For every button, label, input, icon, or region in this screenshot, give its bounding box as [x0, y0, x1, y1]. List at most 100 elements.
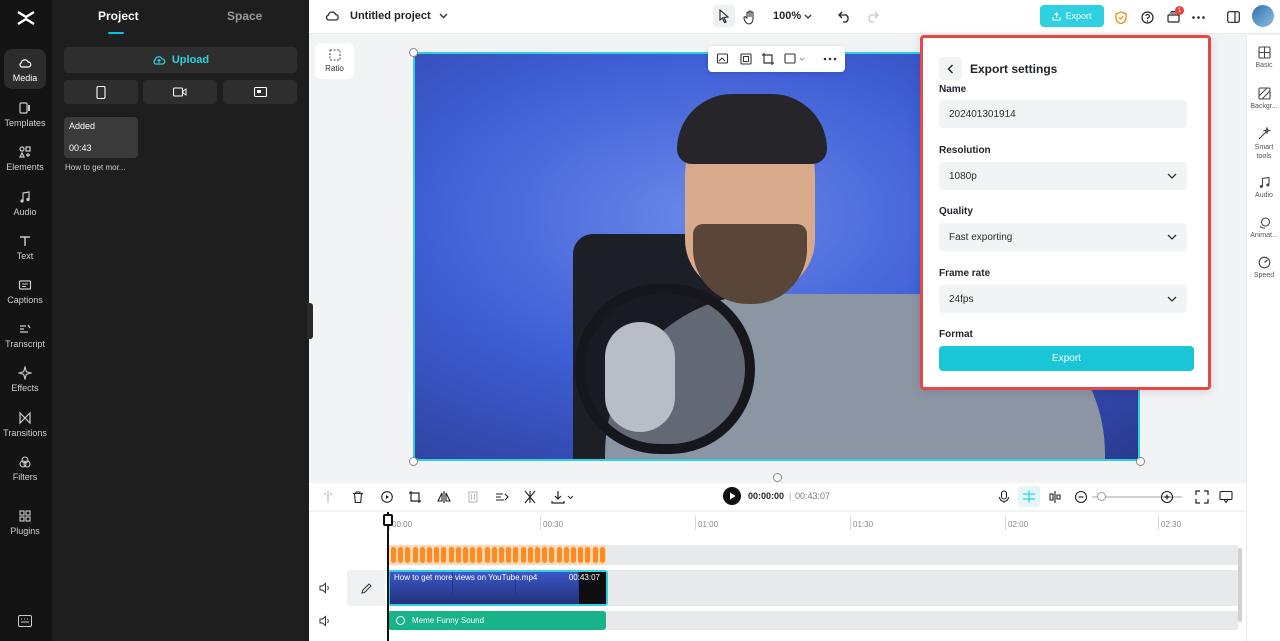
mask-dropdown-button[interactable]	[784, 52, 805, 66]
playhead-handle[interactable]	[383, 514, 393, 526]
more-options-button[interactable]	[1190, 9, 1206, 25]
user-avatar[interactable]	[1252, 5, 1274, 27]
speed-loop-icon[interactable]	[380, 490, 394, 504]
prop-audio[interactable]: Audio	[1247, 176, 1280, 199]
media-panel: Project Space Upload Added 00:43 How to …	[52, 0, 309, 641]
prop-background[interactable]: Backgr...	[1247, 87, 1280, 110]
floating-toolbar	[708, 46, 845, 72]
align-center-icon[interactable]	[1048, 490, 1062, 504]
orange-audio-clip[interactable]	[388, 545, 606, 565]
flip-icon[interactable]	[437, 490, 451, 504]
waveform-bar	[448, 547, 454, 563]
rail-filters[interactable]: Filters	[4, 448, 46, 488]
tab-space[interactable]: Space	[227, 9, 262, 23]
replace-media-button[interactable]	[716, 52, 730, 66]
fit-frame-button[interactable]	[739, 52, 753, 66]
rail-transcript[interactable]: Transcript	[4, 315, 46, 355]
timeline-area[interactable]: 00:00 00:30 01:00 01:30 02:00 02:30 How …	[309, 512, 1246, 641]
hand-tool-button[interactable]	[742, 9, 758, 25]
redo-button[interactable]	[864, 9, 880, 25]
transcript-edit-icon[interactable]	[495, 490, 509, 504]
select-tool-button[interactable]	[713, 5, 735, 27]
zoom-level-dropdown[interactable]: 100%	[773, 10, 812, 22]
rail-media-label: Media	[12, 72, 38, 83]
project-title-menu[interactable]: Untitled project	[325, 9, 458, 22]
rail-templates[interactable]: Templates	[4, 94, 46, 134]
prop-basic[interactable]: Basic	[1247, 46, 1280, 69]
chevron-down-icon	[804, 14, 812, 19]
rail-transitions[interactable]: Transitions	[3, 404, 47, 444]
download-dropdown-icon[interactable]	[551, 490, 575, 504]
filters-icon	[19, 455, 31, 468]
prop-speed[interactable]: Speed	[1247, 256, 1280, 279]
phone-icon	[96, 85, 106, 99]
shield-badge-button[interactable]	[1113, 9, 1129, 25]
resize-handle-bottom-left[interactable]	[409, 457, 418, 466]
prop-smart-tools[interactable]: Smart tools	[1247, 127, 1280, 161]
rail-media[interactable]: Media	[4, 49, 46, 89]
microphone-icon[interactable]	[997, 490, 1011, 504]
waveform-bar	[563, 547, 569, 563]
resolution-select[interactable]: 1080p	[939, 162, 1187, 190]
keyboard-icon[interactable]	[18, 615, 32, 627]
crop-icon[interactable]	[408, 490, 422, 504]
fullscreen-icon[interactable]	[1195, 490, 1209, 504]
rail-captions[interactable]: Captions	[4, 271, 46, 311]
resize-handle-bottom-right[interactable]	[1136, 457, 1145, 466]
record-video-button[interactable]	[143, 80, 217, 104]
export-confirm-button[interactable]: Export	[939, 346, 1194, 371]
split-icon[interactable]	[321, 490, 335, 504]
export-button-top[interactable]: Export	[1040, 5, 1104, 27]
upload-button[interactable]: Upload	[64, 47, 297, 73]
rail-plugins[interactable]: Plugins	[4, 502, 46, 542]
rail-text[interactable]: Text	[4, 227, 46, 267]
prop-animation-label: Animat...	[1250, 232, 1278, 239]
help-button[interactable]	[1139, 9, 1155, 25]
zoom-slider-knob[interactable]	[1097, 492, 1106, 501]
zoom-out-icon[interactable]	[1074, 490, 1088, 504]
help-circle-icon	[1140, 10, 1154, 24]
playhead-line[interactable]	[387, 512, 389, 641]
trim-icon[interactable]	[523, 490, 537, 504]
crop-icon	[762, 53, 774, 65]
media-thumbnail[interactable]: Added 00:43	[64, 117, 138, 158]
rail-transcript-label: Transcript	[5, 338, 45, 349]
rail-audio[interactable]: Audio	[4, 183, 46, 223]
feedback-icon[interactable]	[1219, 490, 1233, 504]
edit-track-button[interactable]	[347, 570, 385, 606]
waveform-bar	[542, 547, 548, 563]
speedometer-icon	[1258, 256, 1270, 269]
animation-icon	[1259, 217, 1270, 229]
phone-upload-button[interactable]	[64, 80, 138, 104]
name-field[interactable]: 202401301914	[939, 100, 1187, 128]
volume-icon[interactable]	[319, 582, 331, 594]
undo-button[interactable]	[836, 9, 852, 25]
collapse-panel-handle[interactable]	[307, 303, 313, 339]
quality-select[interactable]: Fast exporting	[939, 223, 1187, 251]
rail-effects[interactable]: Effects	[4, 359, 46, 399]
resize-handle-top-left[interactable]	[409, 48, 418, 57]
screen-record-button[interactable]	[223, 80, 297, 104]
name-value: 202401301914	[949, 108, 1016, 120]
crop-button[interactable]	[761, 52, 775, 66]
rail-elements[interactable]: Elements	[4, 138, 46, 178]
waveform-bar	[491, 547, 497, 563]
timeline-scrollbar[interactable]	[1238, 548, 1242, 622]
framerate-select[interactable]: 24fps	[939, 285, 1187, 313]
rotate-handle[interactable]	[773, 473, 782, 482]
video-clip[interactable]: How to get more views on YouTube.mp4 00:…	[388, 570, 608, 606]
auto-snap-toggle[interactable]	[1018, 486, 1040, 507]
zoom-in-icon[interactable]	[1160, 490, 1174, 504]
toggle-panel-button[interactable]	[1225, 9, 1241, 25]
ruler-tick-line	[850, 516, 851, 530]
tab-project[interactable]: Project	[98, 9, 139, 23]
volume-icon[interactable]	[319, 615, 331, 627]
ratio-button[interactable]: Ratio	[315, 43, 354, 79]
play-button[interactable]	[723, 487, 741, 505]
freeze-frame-icon[interactable]	[466, 490, 480, 504]
prop-animation[interactable]: Animat...	[1247, 216, 1280, 239]
back-button[interactable]	[939, 57, 962, 80]
more-tools-button[interactable]	[823, 52, 837, 66]
meme-audio-clip[interactable]: Meme Funny Sound	[388, 611, 606, 630]
delete-trash-icon[interactable]	[351, 490, 365, 504]
